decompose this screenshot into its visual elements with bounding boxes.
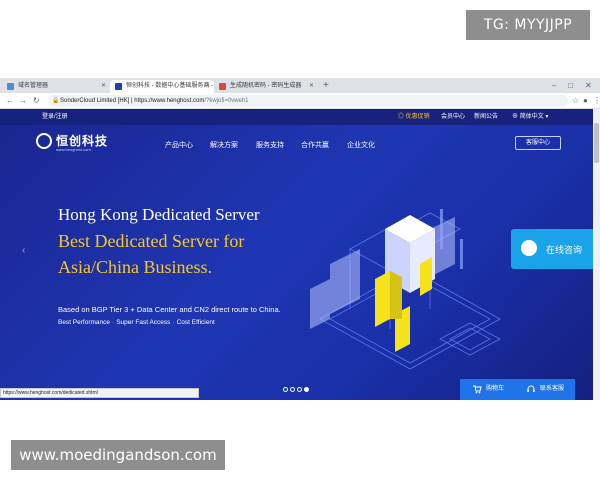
- promo-label: 优惠促销: [405, 114, 430, 120]
- bookmark-star-icon[interactable]: ☆: [572, 95, 579, 107]
- carousel-prev-icon[interactable]: ‹: [22, 245, 25, 256]
- close-tab-icon[interactable]: ✕: [205, 80, 210, 93]
- carousel-dot[interactable]: [290, 387, 295, 392]
- screenshot: TG: MYYJJPP 域名管理器 ✕ 恒创科技 - 数据中心基础服务商 - ✕…: [0, 0, 600, 480]
- url-host: https://www.henghost.com: [134, 98, 205, 104]
- contact-service-link[interactable]: 联系客服: [540, 384, 564, 395]
- tab-label: 生成随机密码 - 密码生成器: [230, 83, 302, 89]
- close-tab-icon[interactable]: ✕: [101, 80, 106, 93]
- hero-title-line1: Hong Kong Dedicated Server: [58, 205, 260, 224]
- logo-url: www.henghost.com: [56, 147, 91, 152]
- menu-icon[interactable]: ⋮: [593, 95, 600, 107]
- watermark-top: TG: MYYJJPP: [466, 10, 590, 40]
- nav-culture[interactable]: 企业文化: [347, 140, 375, 150]
- tab-henghost[interactable]: 恒创科技 - 数据中心基础服务商 - ✕: [110, 80, 214, 93]
- nav-support[interactable]: 服务支持: [256, 140, 284, 150]
- browser-window: 域名管理器 ✕ 恒创科技 - 数据中心基础服务商 - ✕ 生成随机密码 - 密码…: [0, 78, 600, 400]
- nav-partners[interactable]: 合作共赢: [301, 140, 329, 150]
- online-consult-button[interactable]: 在线咨询: [511, 229, 600, 269]
- lock-icon: 🔒: [52, 98, 60, 104]
- online-consult-label: 在线咨询: [546, 245, 583, 255]
- carousel-dot[interactable]: [283, 387, 288, 392]
- news-link[interactable]: 新闻公告: [474, 109, 498, 125]
- nav-solutions[interactable]: 解决方案: [210, 140, 238, 150]
- address-bar[interactable]: 🔒 SonderCloud Limited [HK] | https://www…: [48, 95, 568, 107]
- feature-item: Super Fast Access: [116, 319, 171, 326]
- login-register-link[interactable]: 登录/注册: [42, 109, 68, 125]
- reload-icon[interactable]: ↻: [33, 95, 40, 107]
- cart-link[interactable]: 购物车: [486, 384, 504, 395]
- scrollbar-thumb[interactable]: [594, 123, 599, 163]
- tab-strip: 域名管理器 ✕ 恒创科技 - 数据中心基础服务商 - ✕ 生成随机密码 - 密码…: [0, 78, 600, 93]
- hero-title-line3: Asia/China Business.: [58, 257, 213, 277]
- tab-label: 恒创科技 - 数据中心基础服务商 -: [126, 83, 213, 89]
- url-path: /?kwjofi=0vweh1: [204, 98, 249, 104]
- nav-products[interactable]: 产品中心: [165, 140, 193, 150]
- tab-label: 域名管理器: [18, 83, 49, 89]
- hero-title-line2: Best Dedicated Server for: [58, 231, 245, 251]
- page-scrollbar[interactable]: [593, 109, 600, 400]
- support-agent-icon: [521, 240, 537, 256]
- favicon-icon: [219, 83, 226, 90]
- language-label: 简体中文: [519, 114, 544, 120]
- member-center-link[interactable]: 会员中心: [441, 109, 465, 125]
- back-icon[interactable]: ←: [6, 95, 14, 107]
- web-page: 登录/注册 ◎ 优惠促销 会员中心 新闻公告 ⊕ 简体中文 ▾ 恒创科技 www…: [0, 109, 600, 400]
- top-strip: 登录/注册 ◎ 优惠促销 会员中心 新闻公告 ⊕ 简体中文 ▾: [0, 109, 600, 125]
- new-tab-button[interactable]: +: [323, 79, 329, 92]
- status-bar-url: https://www.henghost.com/dedicated.shtml: [0, 388, 199, 398]
- floating-bar: 购物车 联系客服: [460, 379, 575, 400]
- toolbar: ← → ↻ 🔒 SonderCloud Limited [HK] | https…: [0, 93, 600, 109]
- close-window-icon[interactable]: ✕: [585, 79, 592, 92]
- hero-features: Best Performance · Super Fast Access · Cost …: [58, 319, 215, 326]
- feature-item: Best Performance: [58, 319, 111, 326]
- favicon-icon: [115, 83, 122, 90]
- feature-item: Cost Efficient: [176, 319, 215, 326]
- headset-icon: [527, 385, 535, 392]
- carousel-dot[interactable]: [297, 387, 302, 392]
- tab-password-generator[interactable]: 生成随机密码 - 密码生成器 ✕: [214, 80, 318, 93]
- site-logo[interactable]: 恒创科技 www.henghost.com: [36, 131, 116, 155]
- globe-icon: ⊕: [512, 114, 519, 120]
- customer-service-button[interactable]: 客服中心: [515, 136, 561, 150]
- promo-link[interactable]: ◎ 优惠促销: [398, 109, 430, 125]
- maximize-icon[interactable]: □: [568, 79, 573, 92]
- forward-icon[interactable]: →: [19, 95, 27, 107]
- isometric-graphic: [310, 209, 501, 370]
- close-tab-icon[interactable]: ✕: [309, 80, 314, 93]
- logo-mark-icon: [36, 133, 52, 149]
- watermark-bottom: www.moedingandson.com: [11, 440, 225, 470]
- carousel-dot-active[interactable]: [304, 387, 309, 392]
- account-icon[interactable]: ●: [583, 95, 588, 107]
- tab-domain-manager[interactable]: 域名管理器 ✕: [2, 80, 110, 93]
- cart-icon: [473, 385, 482, 394]
- site-identity: SonderCloud Limited [HK]: [60, 98, 130, 104]
- minimize-icon[interactable]: –: [552, 79, 556, 92]
- hero-description: Based on BGP Tier 3 + Data Center and CN…: [58, 305, 281, 314]
- language-select[interactable]: ⊕ 简体中文 ▾: [512, 109, 548, 125]
- favicon-icon: [7, 83, 14, 90]
